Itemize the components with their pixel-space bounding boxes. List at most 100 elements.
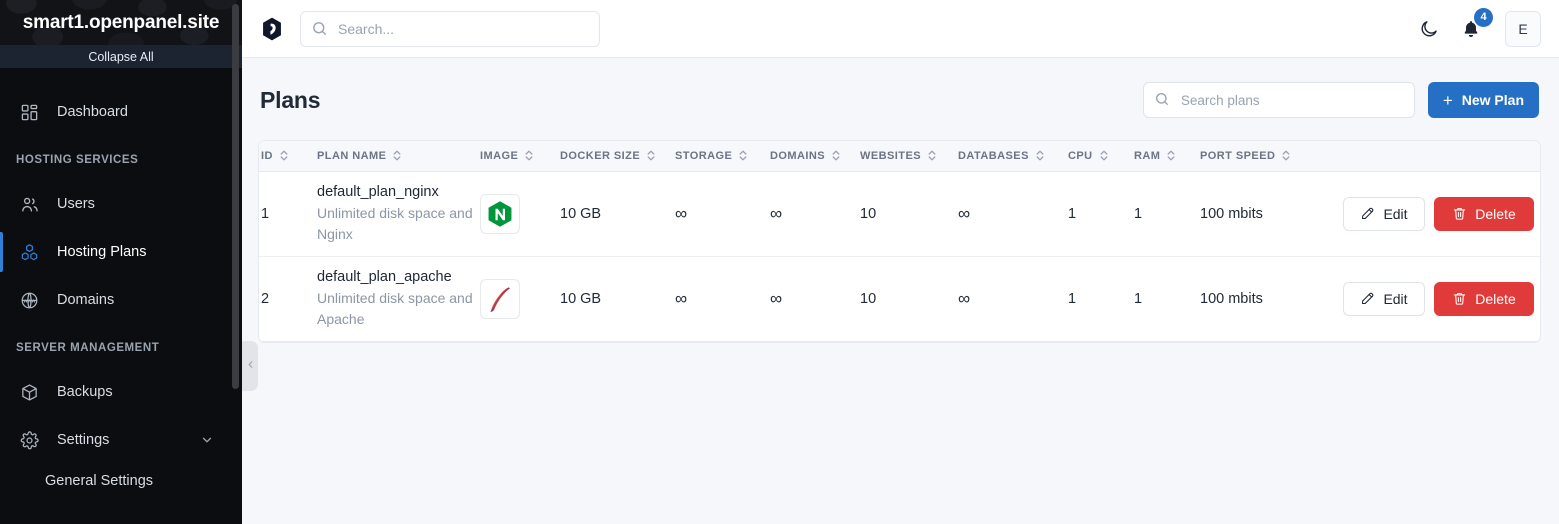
sidebar-section-server: SERVER MANAGEMENT <box>16 342 160 354</box>
column-header-image[interactable]: IMAGE <box>478 141 558 172</box>
column-header-websites[interactable]: WEBSITES <box>858 141 956 172</box>
column-label: STORAGE <box>675 149 733 162</box>
notifications-button[interactable]: 4 <box>1459 7 1493 41</box>
table-head: ID PLAN NAME IMAGE DOCKER SIZE STORAGE D… <box>259 141 1540 172</box>
column-header-port-speed[interactable]: PORT SPEED <box>1198 141 1318 172</box>
search-input[interactable] <box>300 10 600 47</box>
pencil-icon <box>1360 206 1375 221</box>
table-row: 2 default_plan_apache Unlimited disk spa… <box>259 256 1540 342</box>
sidebar-collapse-handle[interactable] <box>242 341 258 391</box>
value: ∞ <box>958 203 971 223</box>
plan-name: default_plan_nginx <box>317 184 439 201</box>
sidebar-item-label: Backups <box>57 384 113 400</box>
value: ∞ <box>675 203 688 223</box>
column-header-ram[interactable]: RAM <box>1132 141 1198 172</box>
column-header-domains[interactable]: DOMAINS <box>768 141 858 172</box>
cell-domains: ∞ <box>768 171 858 257</box>
sidebar-item-users[interactable]: Users <box>0 180 242 228</box>
plus-icon: + <box>1442 90 1453 110</box>
column-label: PORT SPEED <box>1200 149 1276 162</box>
app-root: smart1.openpanel.site Collapse All Dashb… <box>0 0 1559 524</box>
delete-button[interactable]: Delete <box>1434 281 1534 316</box>
cell-docker-size: 10 GB <box>558 256 673 342</box>
sort-icon <box>1166 149 1176 162</box>
sort-icon <box>1035 149 1045 162</box>
column-header-actions <box>1318 141 1540 172</box>
cell-databases: ∞ <box>956 256 1066 342</box>
cell-actions: Edit Delete <box>1318 256 1540 342</box>
plan-description: Unlimited disk space and Nginx <box>317 205 473 242</box>
page-header: Plans + New Plan <box>258 82 1541 118</box>
value: ∞ <box>675 288 688 308</box>
value: ∞ <box>770 288 783 308</box>
main-area: 4 E Plans <box>242 0 1559 524</box>
cell-docker-size: 10 GB <box>558 171 673 257</box>
sort-icon <box>1281 149 1291 162</box>
users-icon <box>18 193 40 215</box>
sidebar: smart1.openpanel.site Collapse All Dashb… <box>0 0 242 524</box>
nginx-logo-icon <box>480 193 520 234</box>
column-label: CPU <box>1068 149 1093 162</box>
chevron-left-icon <box>245 357 256 375</box>
page-title: Plans <box>260 86 321 113</box>
column-header-plan-name[interactable]: PLAN NAME <box>315 141 478 172</box>
trash-icon <box>1452 206 1467 221</box>
sidebar-item-backups[interactable]: Backups <box>0 368 242 416</box>
edit-button[interactable]: Edit <box>1343 281 1425 316</box>
cell-plan-name: default_plan_apache Unlimited disk space… <box>315 256 478 342</box>
sidebar-header: smart1.openpanel.site <box>0 0 242 45</box>
sort-icon <box>738 149 748 162</box>
delete-button[interactable]: Delete <box>1434 196 1534 231</box>
moon-icon <box>1419 19 1439 39</box>
sidebar-item-label: Users <box>57 196 95 212</box>
column-label: ID <box>261 149 273 162</box>
sidebar-scrollbar[interactable] <box>232 4 239 389</box>
cell-image <box>478 171 558 257</box>
cell-cpu: 1 <box>1066 171 1132 257</box>
column-header-databases[interactable]: DATABASES <box>956 141 1066 172</box>
grid-icon <box>18 101 40 123</box>
global-search <box>300 10 600 47</box>
column-header-storage[interactable]: STORAGE <box>673 141 768 172</box>
sidebar-item-domains[interactable]: www Domains <box>0 276 242 324</box>
column-label: DOCKER SIZE <box>560 149 641 162</box>
pencil-icon <box>1360 291 1375 306</box>
cell-databases: ∞ <box>956 171 1066 257</box>
collapse-all-button[interactable]: Collapse All <box>0 45 242 68</box>
column-label: DATABASES <box>958 149 1029 162</box>
new-plan-button[interactable]: + New Plan <box>1427 82 1539 118</box>
column-header-cpu[interactable]: CPU <box>1066 141 1132 172</box>
cell-domains: ∞ <box>768 256 858 342</box>
cell-websites: 10 <box>858 256 956 342</box>
search-plans-input[interactable] <box>1142 82 1415 118</box>
edit-label: Edit <box>1383 205 1408 222</box>
sidebar-item-label: Dashboard <box>57 104 128 120</box>
edit-label: Edit <box>1383 290 1408 307</box>
avatar[interactable]: E <box>1505 10 1541 47</box>
delete-label: Delete <box>1475 290 1516 307</box>
sidebar-item-settings[interactable]: Settings <box>0 416 242 464</box>
sidebar-item-hosting-plans[interactable]: Hosting Plans <box>0 228 242 276</box>
topbar-actions: 4 E <box>1417 7 1541 47</box>
edit-button[interactable]: Edit <box>1343 196 1425 231</box>
cell-port-speed: 100 mbits <box>1198 171 1318 257</box>
cell-actions: Edit Delete <box>1318 171 1540 257</box>
notification-badge: 4 <box>1474 7 1493 27</box>
column-label: IMAGE <box>480 149 519 162</box>
sidebar-item-label: Settings <box>57 432 110 448</box>
sort-icon <box>927 149 937 162</box>
cell-port-speed: 100 mbits <box>1198 256 1318 342</box>
openpanel-logo-icon[interactable] <box>258 15 286 43</box>
sidebar-section-hosting: HOSTING SERVICES <box>16 154 139 166</box>
table-row: 1 default_plan_nginx Unlimited disk spac… <box>259 171 1540 257</box>
box-icon <box>18 381 40 403</box>
cell-image <box>478 256 558 342</box>
sort-icon <box>646 149 656 162</box>
sidebar-subitem-general-settings[interactable]: General Settings <box>0 464 242 498</box>
column-label: RAM <box>1134 149 1161 162</box>
column-header-id[interactable]: ID <box>259 141 315 172</box>
column-header-docker-size[interactable]: DOCKER SIZE <box>558 141 673 172</box>
sidebar-item-dashboard[interactable]: Dashboard <box>0 88 242 136</box>
cell-websites: 10 <box>858 171 956 257</box>
dark-mode-toggle[interactable] <box>1417 17 1441 41</box>
